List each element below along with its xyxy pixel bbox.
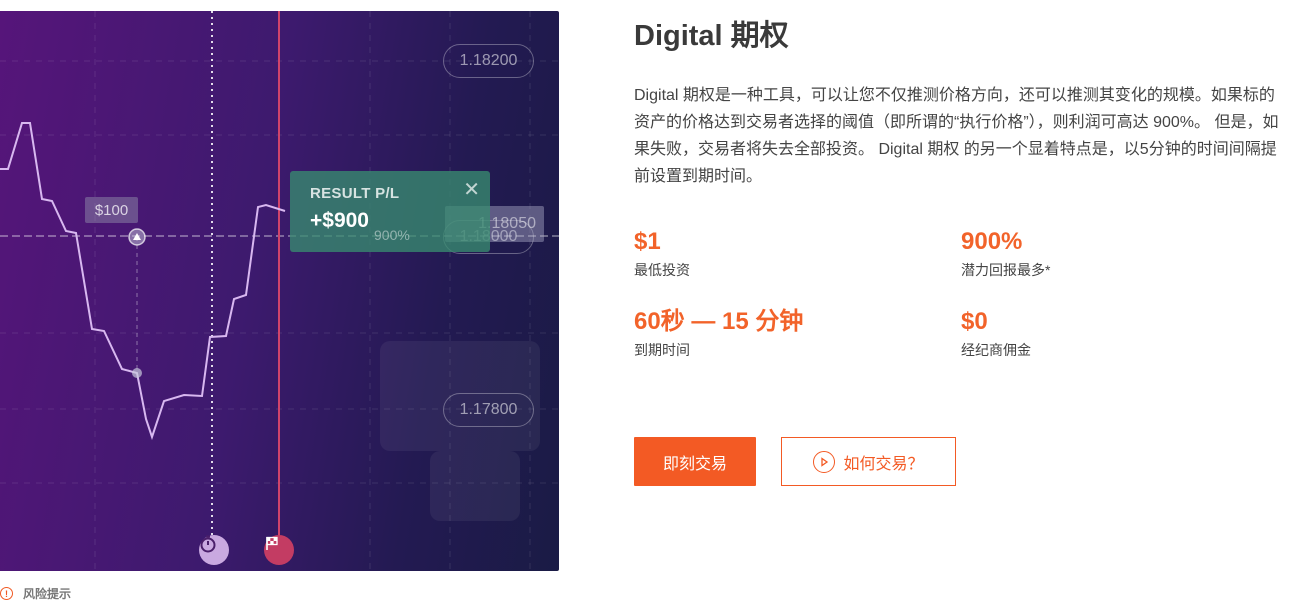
description: Digital 期权是一种工具，可以让您不仅推测价格方向，还可以推测其变化的规模… [634,87,1279,185]
result-value: +$900 [310,209,369,232]
stat-value: $1 [634,228,661,255]
play-icon [813,450,836,473]
stat-value: 60秒 — 15 分钟 [634,308,804,335]
finish-flag-icon [264,535,294,565]
risk-warning[interactable]: ! 风险提示 [0,585,71,602]
price-label-top: 1.18200 [443,44,534,78]
price-label-bottom: 1.17800 [443,393,534,427]
trade-now-button[interactable]: 即刻交易 [634,437,756,486]
risk-warning-label: 风险提示 [23,587,72,601]
stat-max-return: 900% 潜力回报最多* [961,228,1050,280]
result-title: RESULT P/L [310,185,400,202]
stat-expiry: 60秒 — 15 分钟 到期时间 [634,308,803,360]
stat-label: 到期时间 [634,342,690,358]
how-to-trade-button[interactable]: 如何交易？ [781,437,956,486]
result-percent: 900% [374,227,410,243]
stopwatch-icon [199,535,229,565]
chart-graphics [0,11,559,571]
how-to-trade-label: 如何交易？ [843,455,924,473]
warning-icon: ! [0,587,13,600]
stat-min-investment: $1 最低投资 [634,228,690,280]
digital-option-chart: 1.18200 1.17800 1.18000 1.18050 $100 RES… [0,11,559,571]
stat-label: 潜力回报最多* [961,262,1051,278]
close-icon: ✕ [463,179,480,201]
page-title: Digital 期权 [634,20,789,52]
stat-commission: $0 经纪商佣金 [961,308,1031,360]
result-popup: RESULT P/L +$900 900% ✕ [290,171,490,252]
stat-value: 900% [961,228,1023,255]
stat-label: 最低投资 [634,262,690,278]
stat-label: 经纪商佣金 [961,342,1031,358]
investment-tag: $100 [85,197,138,223]
stat-value: $0 [961,308,988,335]
